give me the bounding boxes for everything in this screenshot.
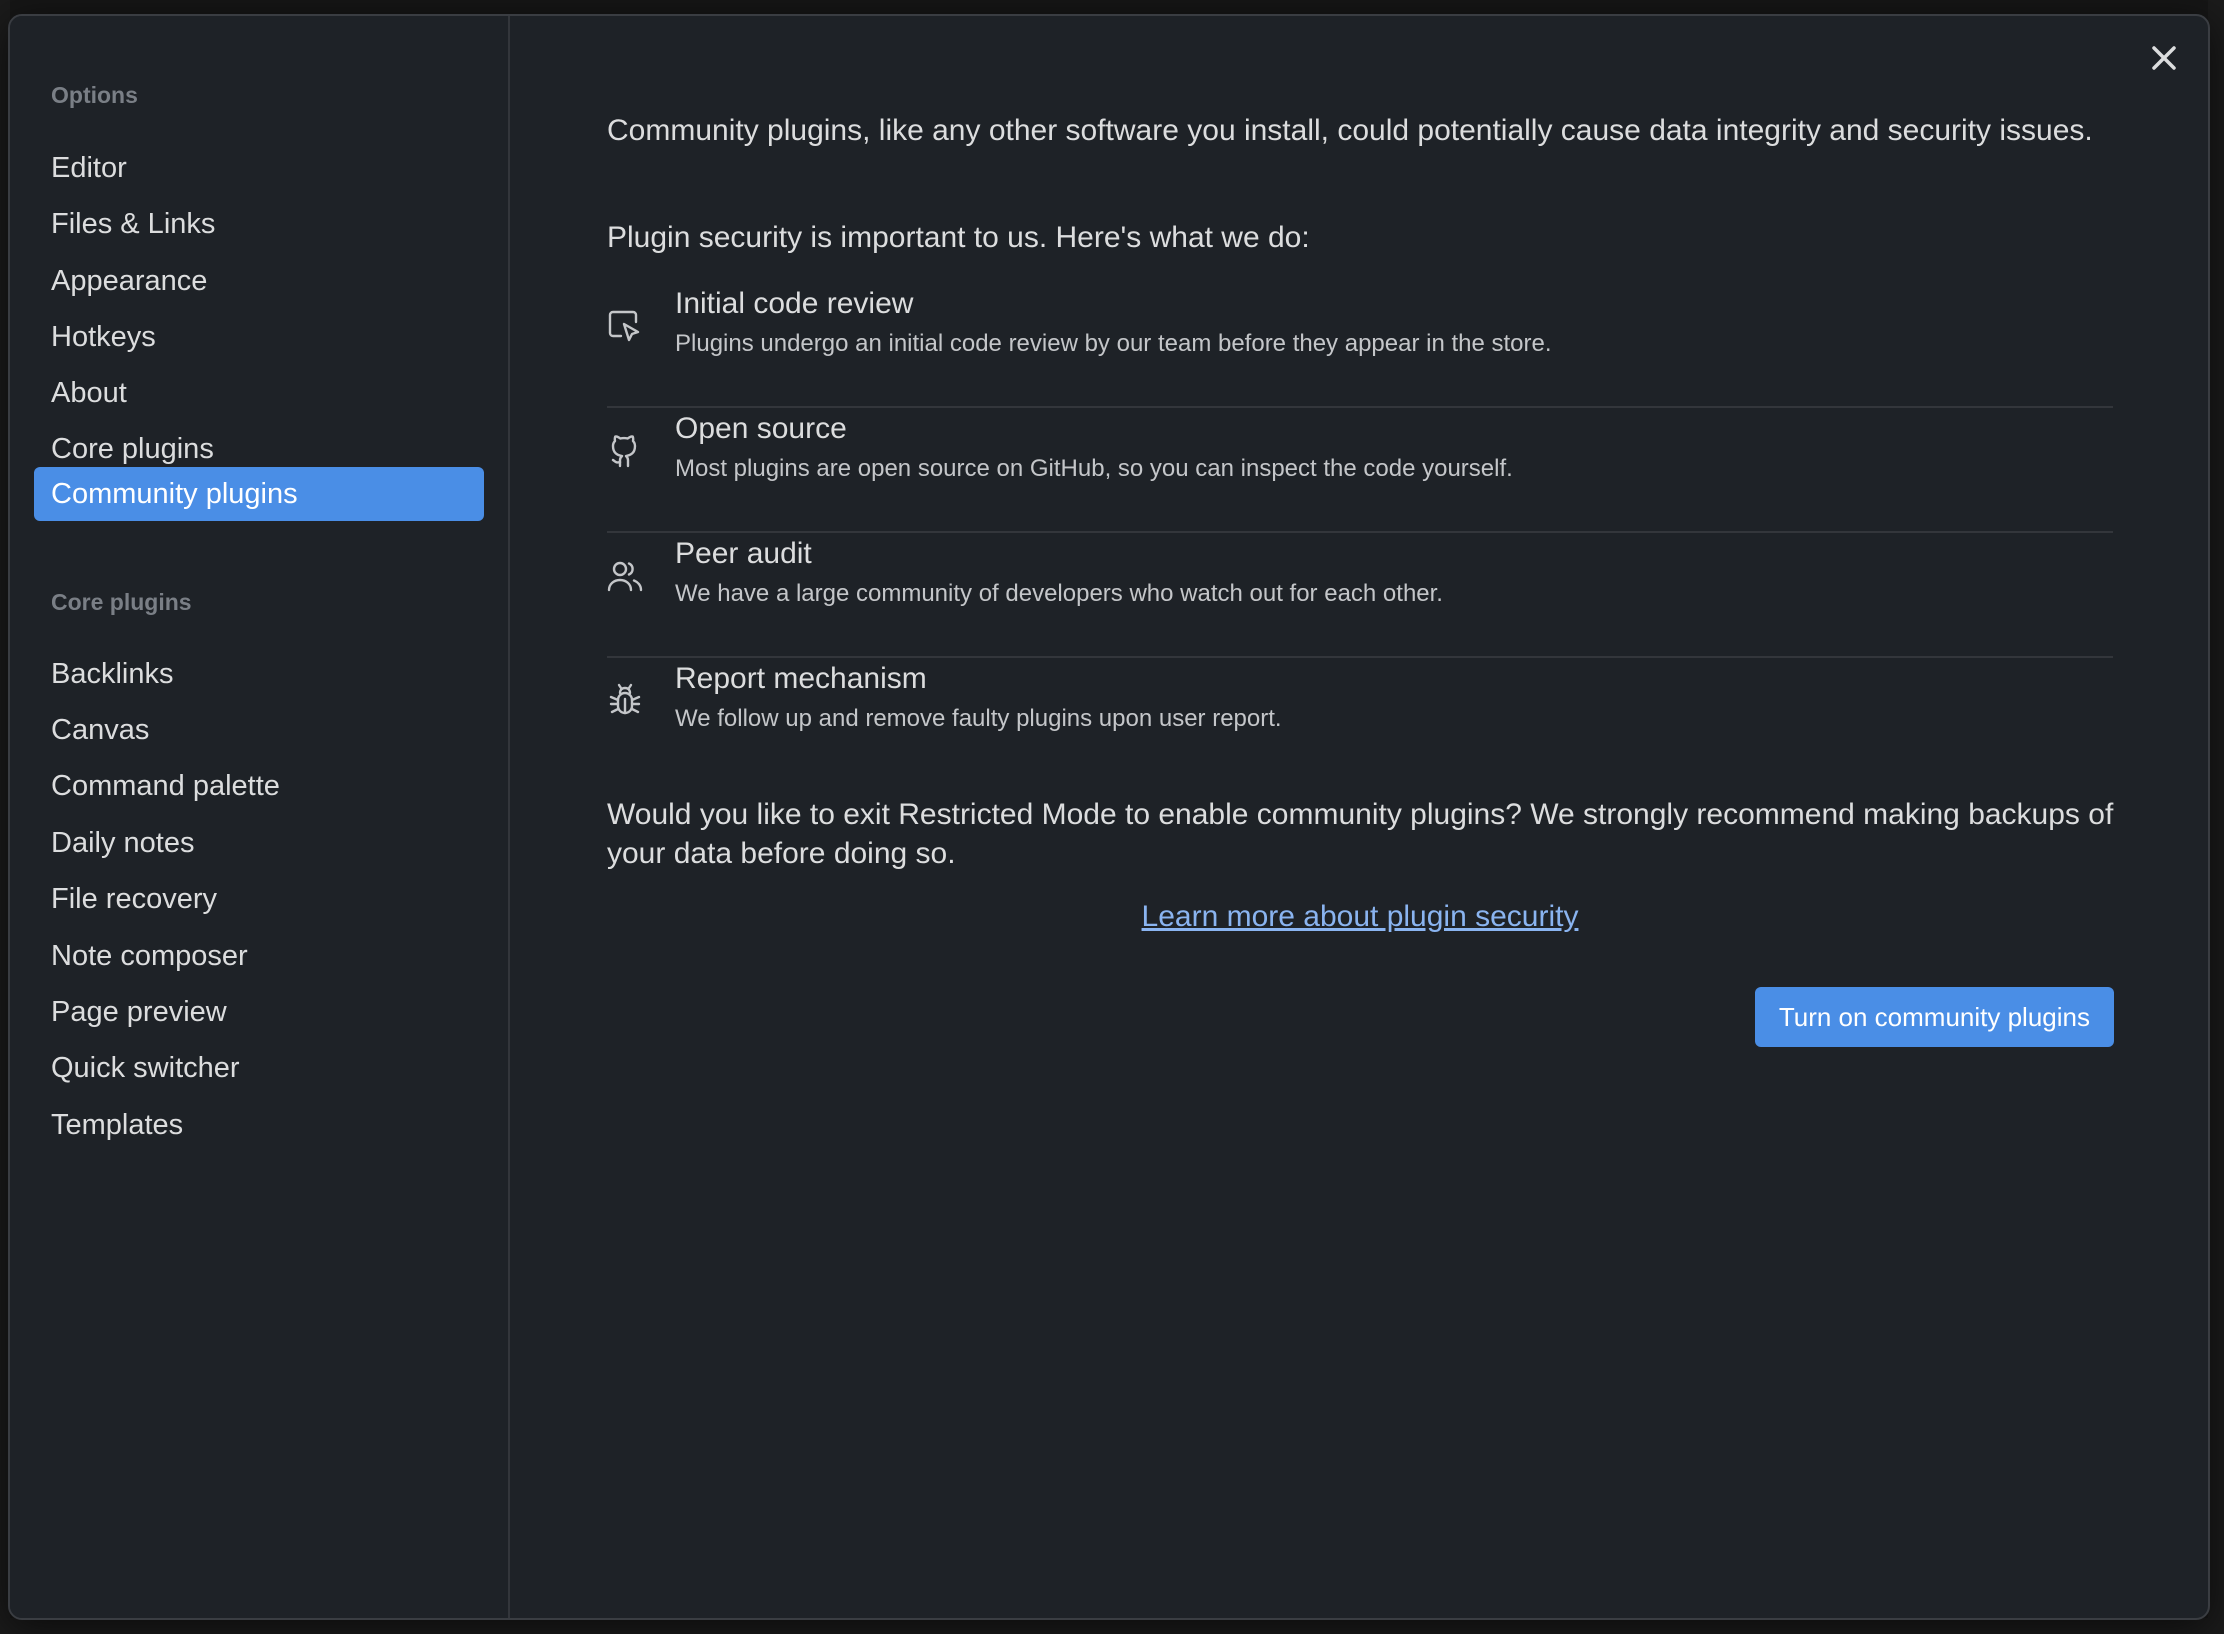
sidebar-item-daily-notes[interactable]: Daily notes [34, 816, 484, 870]
backdrop-right-edge [2208, 0, 2224, 1634]
sidebar-item-backlinks[interactable]: Backlinks [34, 647, 484, 701]
sidebar-item-editor[interactable]: Editor [34, 141, 484, 195]
sidebar-item-files-links[interactable]: Files & Links [34, 197, 484, 251]
intro-text: Community plugins, like any other softwa… [607, 114, 2093, 147]
backdrop-bottom-edge [0, 1618, 2224, 1634]
users-icon [607, 558, 643, 594]
sidebar-item-note-composer[interactable]: Note composer [34, 929, 484, 983]
settings-sidebar: Options Editor Files & Links Appearance … [10, 16, 510, 1618]
sidebar-item-hotkeys[interactable]: Hotkeys [34, 310, 484, 364]
divider [607, 531, 2113, 533]
core-plugins-section-title: Core plugins [51, 589, 192, 615]
sidebar-item-command-palette[interactable]: Command palette [34, 759, 484, 813]
sidebar-item-page-preview[interactable]: Page preview [34, 985, 484, 1039]
sidebar-item-file-recovery[interactable]: File recovery [34, 872, 484, 926]
divider [607, 656, 2113, 658]
close-icon [2152, 46, 2176, 70]
feature-description: Most plugins are open source on GitHub, … [675, 455, 1513, 482]
bug-icon [607, 683, 643, 719]
feature-report-mechanism: Report mechanism We follow up and remove… [607, 659, 2113, 783]
security-heading: Plugin security is important to us. Here… [607, 221, 1310, 254]
sidebar-item-appearance[interactable]: Appearance [34, 254, 484, 308]
restricted-mode-question: Would you like to exit Restricted Mode t… [607, 798, 2114, 870]
sidebar-item-templates[interactable]: Templates [34, 1098, 484, 1152]
feature-peer-audit: Peer audit We have a large community of … [607, 534, 2113, 658]
sidebar-item-community-plugins[interactable]: Community plugins [34, 467, 484, 521]
feature-description: Plugins undergo an initial code review b… [675, 330, 1552, 357]
turn-on-community-plugins-button[interactable]: Turn on community plugins [1754, 987, 2114, 1047]
github-icon [607, 433, 643, 469]
learn-more-link[interactable]: Learn more about plugin security [607, 900, 2113, 934]
settings-modal: Options Editor Files & Links Appearance … [8, 14, 2210, 1620]
code-review-icon [607, 308, 643, 344]
close-button[interactable] [2144, 38, 2184, 78]
sidebar-item-about[interactable]: About [34, 366, 484, 420]
divider [607, 406, 2113, 408]
feature-description: We follow up and remove faulty plugins u… [675, 705, 1282, 732]
feature-title: Report mechanism [675, 662, 927, 695]
feature-open-source: Open source Most plugins are open source… [607, 409, 2113, 533]
sidebar-item-canvas[interactable]: Canvas [34, 703, 484, 757]
feature-description: We have a large community of developers … [675, 580, 1443, 607]
feature-title: Peer audit [675, 537, 812, 570]
options-section-title: Options [51, 82, 138, 108]
sidebar-item-quick-switcher[interactable]: Quick switcher [34, 1041, 484, 1095]
feature-title: Initial code review [675, 287, 914, 320]
feature-title: Open source [675, 412, 847, 445]
feature-code-review: Initial code review Plugins undergo an i… [607, 284, 2113, 408]
